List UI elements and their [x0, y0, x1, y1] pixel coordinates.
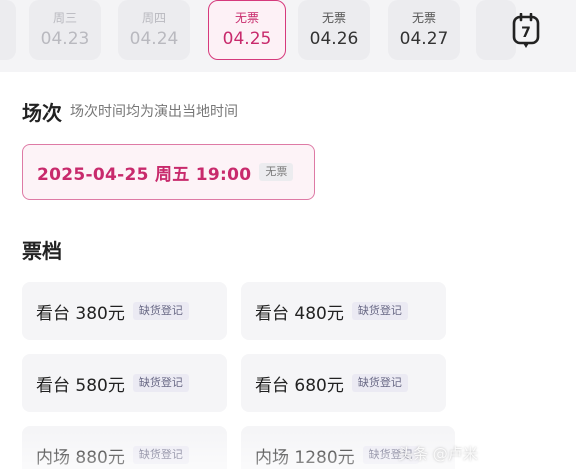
- ticket-tier-label: 内场 880元: [36, 447, 125, 468]
- date-value: 04.23: [40, 29, 90, 49]
- watermark: 头条 @卢米: [398, 445, 478, 463]
- date-card-0427[interactable]: 无票 04.27: [388, 0, 460, 60]
- stockout-register-badge: 缺货登记: [132, 374, 189, 392]
- date-value: 04.26: [309, 29, 359, 49]
- date-card-previous[interactable]: [0, 0, 16, 60]
- session-option[interactable]: 2025-04-25 周五 19:00 无票: [22, 144, 315, 200]
- date-weekday: 周四: [141, 11, 166, 25]
- stockout-register-badge: 缺货登记: [351, 374, 408, 392]
- calendar-day: 7: [521, 25, 531, 41]
- date-card-0424[interactable]: 周四 04.24: [118, 0, 190, 60]
- ticket-tier-section-title: 票档: [22, 239, 62, 263]
- ticket-tier-label: 看台 680元: [255, 375, 344, 396]
- date-card-0426[interactable]: 无票 04.26: [298, 0, 370, 60]
- date-card-0423[interactable]: 周三 04.23: [29, 0, 101, 60]
- ticket-tier-label: 看台 580元: [36, 375, 125, 396]
- ticket-tier-option[interactable]: 看台 680元 缺货登记: [241, 354, 446, 412]
- ticket-tier-label: 内场 1280元: [255, 447, 355, 468]
- date-weekday: 无票: [321, 11, 346, 25]
- session-section-subtitle: 场次时间均为演出当地时间: [70, 104, 238, 120]
- session-datetime: 2025-04-25 周五 19:00: [37, 164, 252, 185]
- ticket-tier-option[interactable]: 看台 580元 缺货登记: [22, 354, 227, 412]
- date-selector: 周三 04.23 周四 04.24 无票 04.25 无票 04.26 无票 0…: [0, 0, 576, 72]
- calendar-button[interactable]: 7: [506, 10, 546, 54]
- calendar-icon: 7: [512, 13, 540, 48]
- ticket-tier-label: 看台 380元: [36, 303, 125, 324]
- ticket-tier-option[interactable]: 看台 380元 缺货登记: [22, 282, 227, 340]
- date-weekday: 周三: [52, 11, 77, 25]
- stockout-register-badge: 缺货登记: [132, 446, 189, 464]
- ticket-tier-option[interactable]: 内场 880元 缺货登记: [22, 426, 227, 469]
- date-card-0425[interactable]: 无票 04.25: [208, 0, 286, 60]
- ticket-tier-label: 看台 480元: [255, 303, 344, 324]
- sold-out-badge: 无票: [259, 163, 294, 181]
- date-value: 04.25: [222, 29, 272, 49]
- date-weekday: 无票: [411, 11, 436, 25]
- session-section-title: 场次: [22, 101, 62, 125]
- date-weekday: 无票: [234, 11, 259, 25]
- stockout-register-badge: 缺货登记: [351, 302, 408, 320]
- ticket-tier-option[interactable]: 看台 480元 缺货登记: [241, 282, 446, 340]
- date-value: 04.24: [129, 29, 179, 49]
- date-value: 04.27: [399, 29, 449, 49]
- stockout-register-badge: 缺货登记: [132, 302, 189, 320]
